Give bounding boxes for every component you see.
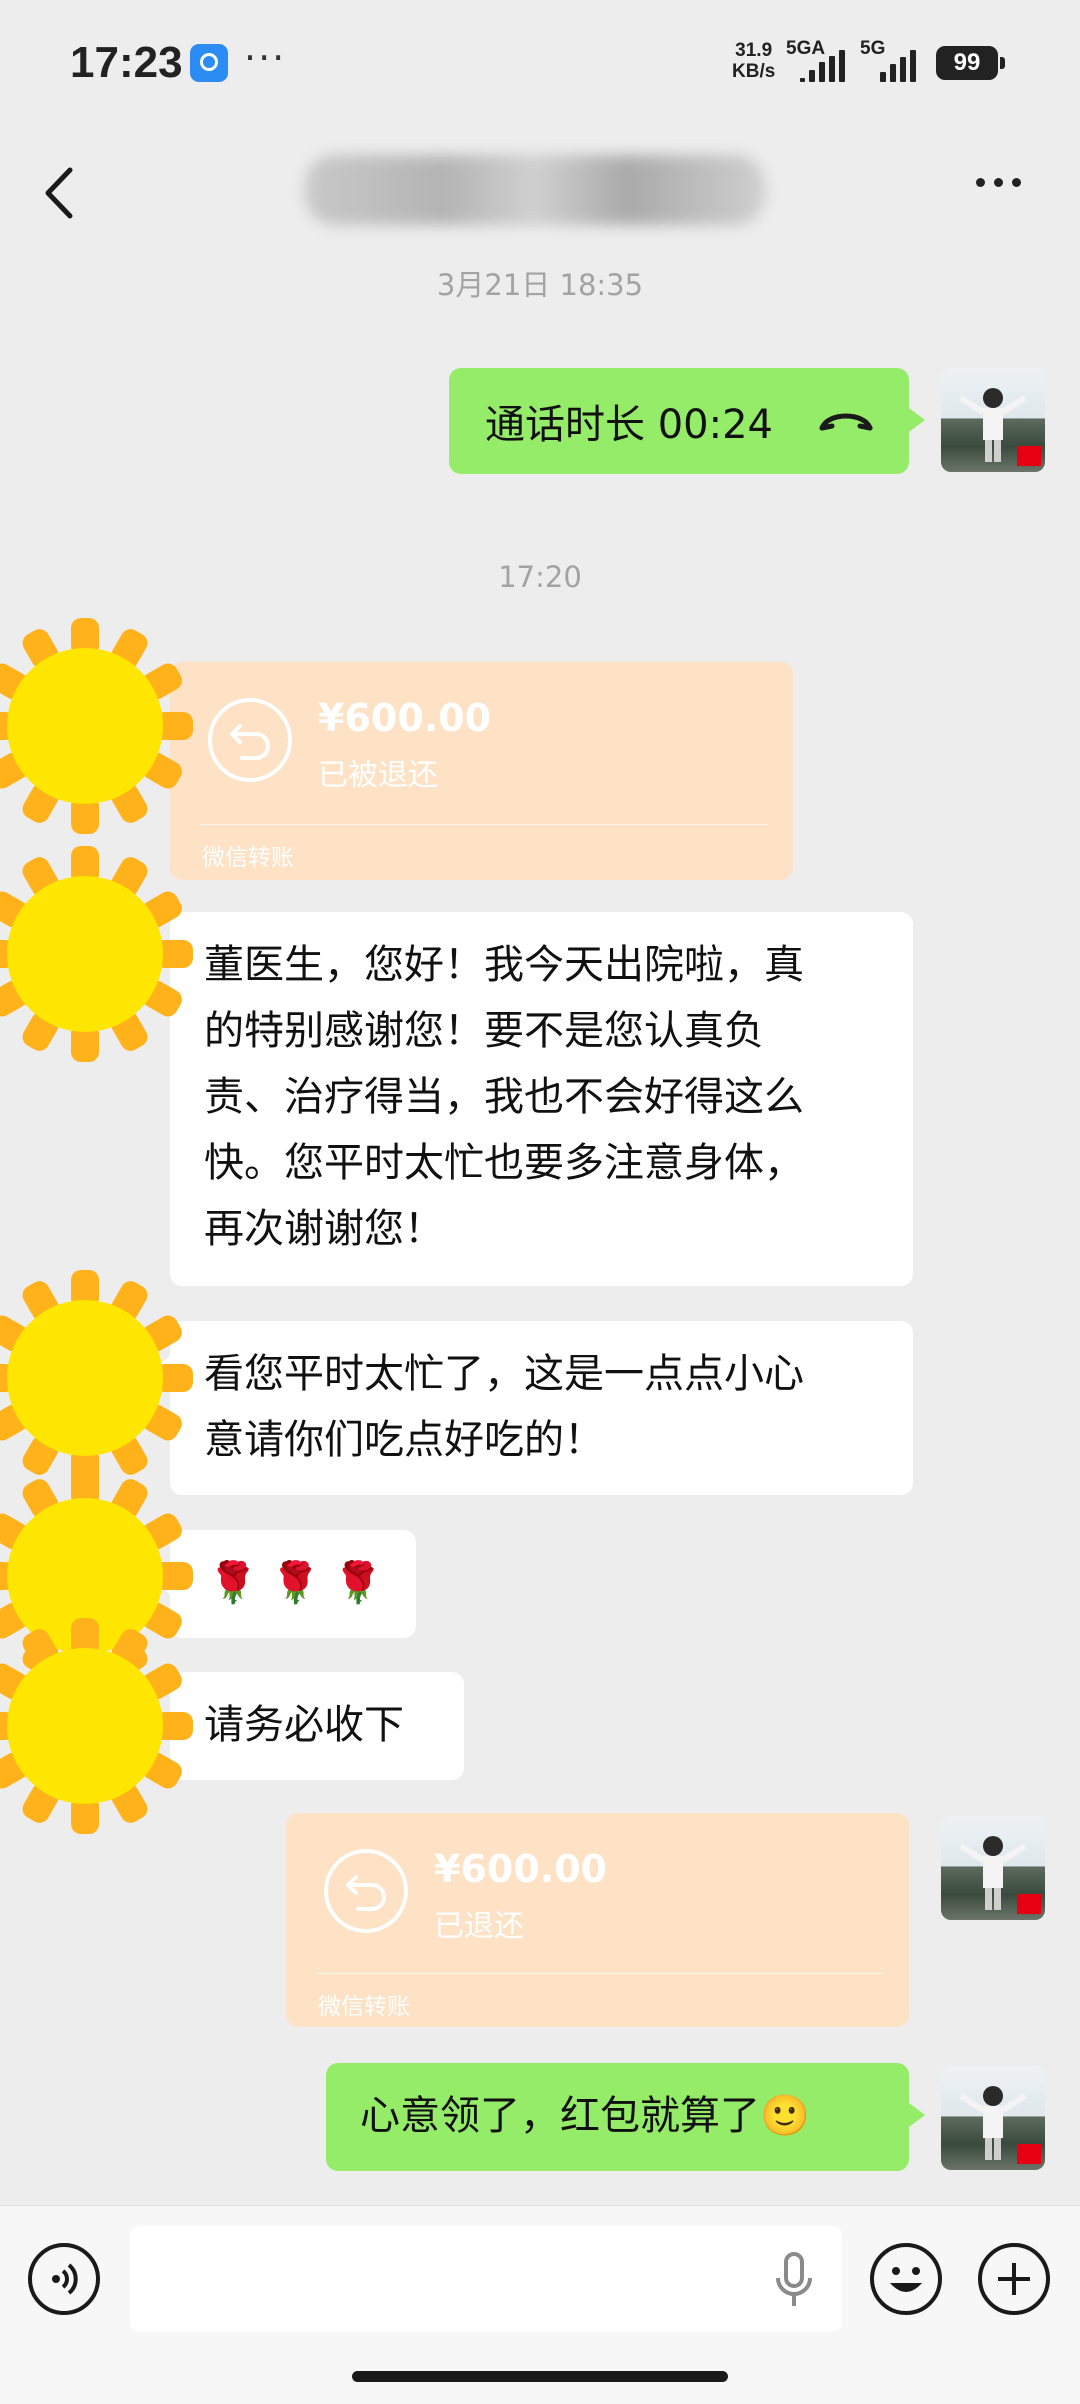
roses-emoji-text: 🌹 🌹 🌹 bbox=[208, 1560, 383, 1606]
message-bubble-sent[interactable]: 心意领了，红包就算了🙂 bbox=[326, 2063, 909, 2171]
emoji-icon[interactable] bbox=[870, 2243, 942, 2315]
timestamp: 3月21日 18:35 bbox=[436, 268, 644, 302]
transfer-status: 已退还 bbox=[434, 1909, 524, 1944]
message-line: 快。您平时太忙也要多注意身体， bbox=[204, 1140, 804, 1186]
message-bubble-received[interactable]: 董医生，您好！我今天出院啦，真 的特别感谢您！要不是您认真负 责、治疗得当，我也… bbox=[170, 912, 913, 1286]
bubble-tail bbox=[909, 2103, 925, 2127]
status-time: 17:23 bbox=[70, 38, 183, 87]
message-line: 看您平时太忙了，这是一点点小心 bbox=[204, 1351, 804, 1397]
message-text: 请务必收下 bbox=[204, 1702, 404, 1748]
back-arrow-icon[interactable] bbox=[40, 166, 80, 220]
divider bbox=[200, 824, 768, 825]
divider bbox=[316, 1973, 884, 1974]
sun-sticker-overlay bbox=[0, 618, 193, 1834]
network-speed-unit: KB/s bbox=[732, 61, 776, 82]
my-avatar[interactable] bbox=[941, 2066, 1045, 2170]
mic-icon[interactable] bbox=[772, 2248, 816, 2312]
my-avatar[interactable] bbox=[941, 1816, 1045, 1920]
status-more-icon: ··· bbox=[244, 36, 287, 80]
signal-bars-1-icon bbox=[800, 50, 845, 82]
signal-bars-2-icon bbox=[880, 50, 916, 82]
bubble-tail bbox=[909, 408, 925, 432]
call-duration-text: 通话时长 00:24 bbox=[485, 402, 773, 448]
transfer-status: 已被退还 bbox=[318, 758, 438, 793]
message-bubble-received[interactable]: 看您平时太忙了，这是一点点小心 意请你们吃点好吃的！ bbox=[170, 1321, 913, 1495]
timestamp: 17:20 bbox=[498, 560, 582, 594]
plus-icon[interactable] bbox=[978, 2243, 1050, 2315]
message-line: 责、治疗得当，我也不会好得这么 bbox=[204, 1074, 804, 1120]
transfer-amount: ¥600.00 bbox=[434, 1847, 608, 1891]
more-icon[interactable] bbox=[976, 178, 1021, 187]
message-line: 董医生，您好！我今天出院啦，真 bbox=[204, 942, 804, 988]
transfer-card-received[interactable]: ¥600.00 已被退还 微信转账 bbox=[170, 662, 793, 880]
network-speed-value: 31.9 bbox=[735, 40, 773, 61]
voice-input-icon[interactable] bbox=[28, 2243, 100, 2315]
message-input[interactable] bbox=[130, 2226, 842, 2332]
app-notification-icon bbox=[190, 44, 228, 82]
my-avatar[interactable] bbox=[941, 368, 1045, 472]
message-line: 意请你们吃点好吃的！ bbox=[204, 1417, 604, 1463]
transfer-amount: ¥600.00 bbox=[318, 696, 492, 740]
phone-hangup-icon bbox=[819, 413, 873, 431]
chat-title-blurred bbox=[305, 155, 765, 225]
transfer-card-sent[interactable]: ¥600.00 已退还 微信转账 bbox=[286, 1813, 909, 2027]
battery-indicator: 99 bbox=[936, 46, 1005, 80]
home-indicator[interactable] bbox=[352, 2371, 728, 2382]
network-speed: 31.9 KB/s bbox=[732, 40, 775, 82]
transfer-footer: 微信转账 bbox=[318, 1994, 410, 2020]
smile-emoji: 🙂 bbox=[760, 2093, 810, 2139]
message-line: 再次谢谢您！ bbox=[204, 1206, 444, 1252]
message-text: 心意领了，红包就算了 bbox=[360, 2093, 760, 2139]
transfer-return-icon bbox=[324, 1849, 408, 1933]
message-line: 的特别感谢您！要不是您认真负 bbox=[204, 1008, 764, 1054]
